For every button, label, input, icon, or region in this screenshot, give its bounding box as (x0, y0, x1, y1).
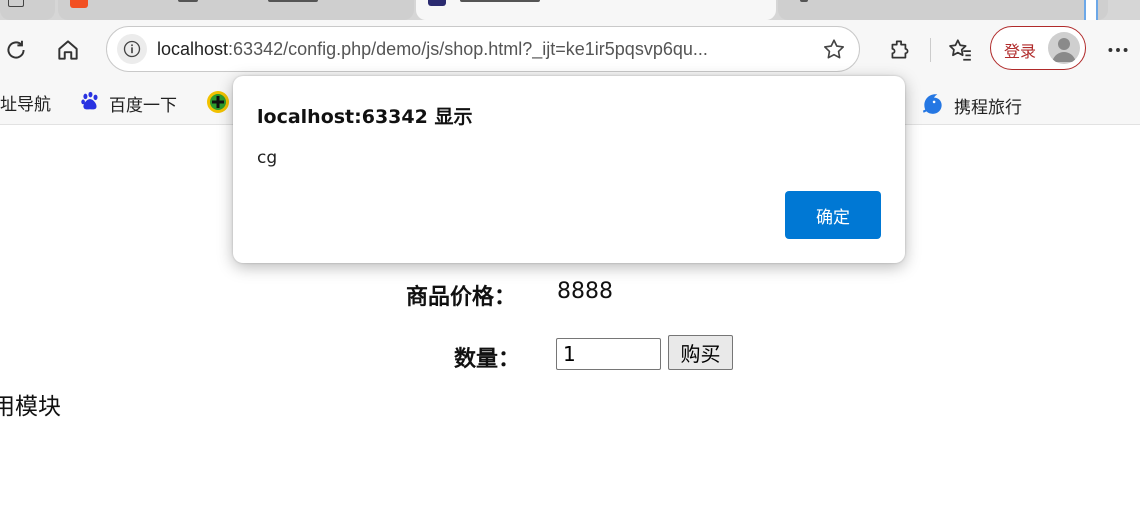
tab-title-fragment (800, 0, 808, 2)
tab-1[interactable] (58, 0, 414, 20)
quantity-label: 数量： (454, 347, 521, 372)
extensions-button[interactable] (884, 34, 916, 66)
module-text: 用模块 (0, 394, 61, 420)
profile-login-button[interactable]: 登录 (990, 26, 1086, 70)
toolbar-divider (930, 38, 931, 62)
bookmark-label: 携程旅行 (954, 98, 1022, 118)
home-icon (58, 40, 78, 60)
dialog-ok-button[interactable]: 确定 (785, 191, 881, 239)
tab-2-active[interactable] (416, 0, 776, 20)
home-button[interactable] (52, 34, 84, 66)
tab-title-fragment (178, 0, 198, 2)
refresh-button[interactable] (0, 34, 32, 66)
refresh-icon (7, 40, 25, 59)
tab-favicon-icon (70, 0, 88, 8)
tab-title-fragment (268, 0, 318, 2)
extensions-icon (891, 40, 909, 59)
bookmark-item-ctrip[interactable]: 携程旅行 (920, 90, 1022, 121)
tab-actions-icon (8, 0, 24, 7)
price-label: 商品价格： (406, 285, 517, 310)
favorites-button[interactable] (944, 34, 976, 66)
url-host: localhost (157, 39, 229, 59)
bookmark-label: 址导航 (0, 95, 51, 115)
url-text[interactable]: localhost:63342/config.php/demo/js/shop.… (157, 39, 708, 60)
add-favorite-button[interactable] (821, 37, 847, 67)
tab-title-fragment (460, 0, 540, 2)
address-bar[interactable]: localhost:63342/config.php/demo/js/shop.… (106, 26, 860, 72)
tab-actions[interactable] (0, 0, 55, 20)
baidu-paw-icon (79, 90, 101, 117)
site-info-button[interactable] (117, 34, 147, 64)
favorite-star-icon (823, 39, 845, 59)
price-value: 8888 (557, 279, 613, 304)
ctrip-dolphin-icon (920, 90, 946, 121)
dialog-message: cg (257, 148, 278, 168)
tab-3[interactable] (778, 0, 1108, 20)
tab-strip (0, 0, 1140, 20)
green-plus-icon (206, 90, 230, 119)
buy-button[interactable]: 购买 (668, 335, 733, 370)
quantity-input[interactable] (556, 338, 661, 370)
tab-favicon-icon (428, 0, 446, 6)
url-path: :63342/config.php/demo/js/shop.html?_ijt… (228, 39, 708, 59)
login-label: 登录 (1004, 42, 1037, 61)
info-icon (123, 40, 141, 58)
avatar-icon (1048, 32, 1080, 64)
alert-dialog: localhost:63342 显示 cg 确定 (233, 76, 905, 263)
favorites-icon (949, 39, 971, 61)
more-icon (1108, 48, 1128, 52)
bookmark-item[interactable]: 址导航 (0, 90, 51, 115)
bookmark-item-baidu[interactable]: 百度一下 (79, 90, 177, 117)
dialog-title: localhost:63342 显示 (257, 106, 473, 128)
bookmark-label: 百度一下 (109, 96, 177, 116)
more-menu-button[interactable] (1102, 34, 1134, 66)
